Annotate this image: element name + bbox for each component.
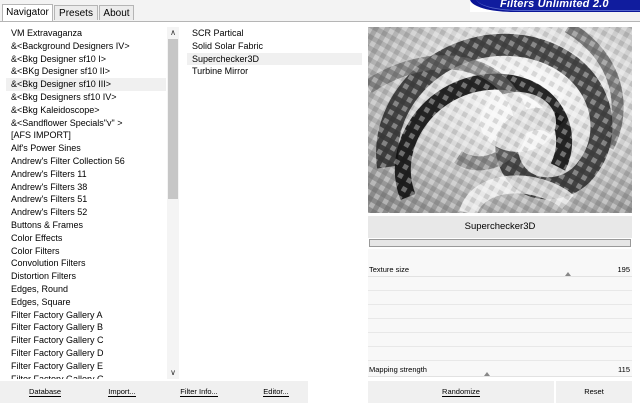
randomize-button[interactable]: Randomize (368, 381, 554, 403)
param-row-texture-size[interactable]: Texture size 195 (368, 263, 632, 277)
filter-title: Superchecker3D (368, 216, 632, 238)
editor-button[interactable]: Editor... (244, 381, 308, 403)
preview-image (368, 27, 632, 213)
filter-item[interactable]: Turbine Mirror (187, 65, 362, 78)
param-row-mapping-strength[interactable]: Mapping strength 115 (368, 363, 632, 377)
param-value: 195 (617, 265, 630, 274)
filter-item[interactable]: Solid Solar Fabric (187, 40, 362, 53)
brand-text: Filters Unlimited 2.0 (500, 0, 609, 10)
filter-item[interactable]: SCR Partical (187, 27, 362, 40)
category-item[interactable]: Edges, Round (6, 283, 166, 296)
import-button[interactable]: Import... (90, 381, 154, 403)
category-item[interactable]: Filter Factory Gallery E (6, 360, 166, 373)
category-item[interactable]: &<BKg Designer sf10 II> (6, 65, 166, 78)
category-item[interactable]: Filter Factory Gallery D (6, 347, 166, 360)
category-item[interactable]: Andrew's Filters 38 (6, 181, 166, 194)
category-item[interactable]: Color Effects (6, 232, 166, 245)
database-button[interactable]: Database (0, 381, 90, 403)
filter-list[interactable]: SCR Partical Solid Solar Fabric Supercheck… (187, 27, 362, 379)
filter-item[interactable]: Superchecker3D (187, 52, 362, 66)
bottom-toolbar: Database Import... Filter Info... Editor… (0, 381, 640, 408)
category-item[interactable]: &<Background Designers IV> (6, 40, 166, 53)
param-label: Mapping strength (369, 365, 427, 374)
category-list[interactable]: VM Extravaganza &<Background Designers IV… (6, 27, 166, 379)
category-item[interactable]: &<Bkg Designer sf10 I> (6, 53, 166, 66)
category-item[interactable]: Andrew's Filters 11 (6, 168, 166, 181)
scroll-thumb[interactable] (168, 39, 178, 199)
category-item[interactable]: &<Bkg Designer sf10 III> (6, 78, 166, 91)
category-item[interactable]: Alf's Power Sines (6, 142, 166, 155)
category-item[interactable]: Filter Factory Gallery A (6, 309, 166, 322)
category-item[interactable]: &<Bkg Kaleidoscope> (6, 104, 166, 117)
category-item[interactable]: Distortion Filters (6, 270, 166, 283)
category-item[interactable]: Andrew's Filter Collection 56 (6, 155, 166, 168)
preview-svg (368, 27, 632, 213)
category-item[interactable]: Andrew's Filters 51 (6, 193, 166, 206)
category-item[interactable]: Filter Factory Gallery C (6, 334, 166, 347)
brand-logo: Filters Unlimited 2.0 (470, 0, 640, 12)
category-item[interactable]: Convolution Filters (6, 257, 166, 270)
reset-button[interactable]: Reset (556, 381, 632, 403)
param-label: Texture size (369, 265, 410, 274)
category-item[interactable]: Edges, Square (6, 296, 166, 309)
category-item[interactable]: Buttons & Frames (6, 219, 166, 232)
category-item[interactable]: [AFS IMPORT] (6, 129, 166, 142)
category-scrollbar[interactable]: ∧ ∨ (167, 27, 179, 379)
tab-bar: Navigator Presets About Filters Unlimite… (0, 0, 640, 22)
parameter-panel: Texture size 195 Mapping strength 115 (368, 249, 632, 377)
tab-navigator[interactable]: Navigator (2, 4, 53, 21)
category-item[interactable]: &<Bkg Designers sf10 IV> (6, 91, 166, 104)
chevron-down-icon[interactable]: ∨ (167, 367, 179, 379)
tab-presets[interactable]: Presets (54, 5, 98, 20)
filter-info-button[interactable]: Filter Info... (154, 381, 244, 403)
tab-about[interactable]: About (99, 5, 134, 20)
category-item[interactable]: Andrew's Filters 52 (6, 206, 166, 219)
category-item[interactable]: Filter Factory Gallery B (6, 321, 166, 334)
category-item[interactable]: Color Filters (6, 245, 166, 258)
slider-handle[interactable] (484, 372, 490, 376)
category-item[interactable]: VM Extravaganza (6, 27, 166, 40)
chevron-up-icon[interactable]: ∧ (167, 27, 179, 39)
param-value: 115 (618, 365, 630, 374)
category-item[interactable]: Filter Factory Gallery G (6, 373, 166, 379)
slider-handle[interactable] (565, 272, 571, 276)
category-item[interactable]: &<Sandflower Specials"v" > (6, 117, 166, 130)
progress-bar (369, 239, 631, 247)
